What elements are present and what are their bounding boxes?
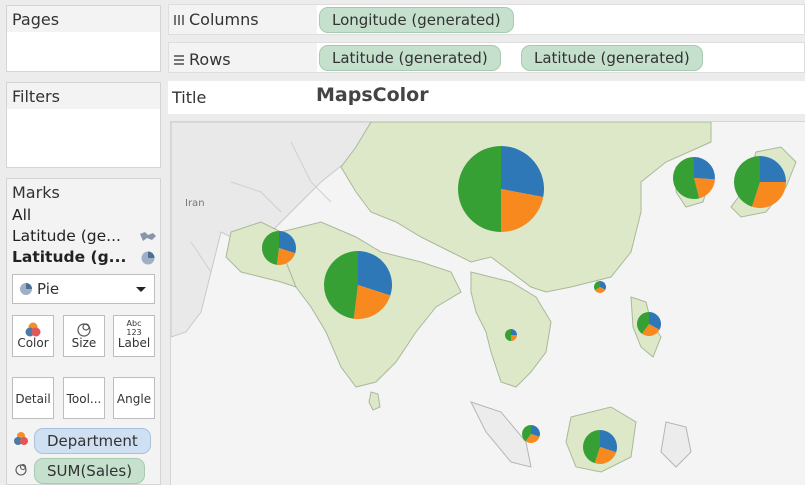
columns-shelf-label: Columns [173, 10, 259, 29]
label-label: Label [117, 336, 151, 350]
sales-pill[interactable]: SUM(Sales) [34, 458, 146, 484]
filters-card[interactable]: Filters [6, 82, 161, 168]
size-field-icon [15, 463, 27, 476]
color-button[interactable]: Color [12, 315, 54, 357]
columns-drop-area[interactable]: Longitude (generated) [317, 5, 804, 34]
chart-title[interactable]: MapsColor [316, 84, 429, 106]
marks-layer-1-tab[interactable]: Latitude (ge... [12, 227, 140, 245]
detail-button[interactable]: Detail [12, 377, 54, 419]
angle-label: Angle [116, 392, 152, 406]
marks-all-tab[interactable]: All [12, 206, 140, 224]
marks-title: Marks [7, 179, 160, 205]
rows-label-text: Rows [189, 50, 231, 69]
color-label: Color [17, 336, 49, 350]
map-canvas: Iran [171, 122, 805, 485]
marks-card: Marks All Latitude (ge... Latitude (g...… [6, 178, 161, 485]
rows-shelf-label: Rows [173, 50, 231, 69]
columns-icon [174, 14, 184, 25]
latitude-pill-1[interactable]: Latitude (generated) [319, 45, 501, 71]
department-pill[interactable]: Department [34, 428, 151, 454]
filters-title: Filters [7, 83, 160, 109]
rows-icon [174, 54, 184, 65]
pages-card: Pages [6, 5, 161, 72]
pie-layer-icon [141, 251, 155, 265]
title-shelf: Title MapsColor [168, 81, 805, 114]
color-field-icon [14, 432, 28, 445]
pie-india[interactable] [324, 251, 393, 319]
rows-shelf: Rows Latitude (generated) Latitude (gene… [168, 42, 805, 73]
map-view[interactable]: Iran [170, 121, 805, 485]
map-icon [140, 232, 156, 241]
size-label: Size [71, 336, 97, 350]
mark-type-value: Pie [37, 280, 60, 298]
pie-icon [20, 283, 32, 295]
chevron-down-icon [136, 287, 146, 292]
title-label: Title [172, 88, 207, 107]
pie-philippines[interactable] [637, 312, 662, 337]
mark-type-dropdown[interactable]: Pie [12, 274, 155, 304]
pie-japan[interactable] [733, 156, 786, 209]
pie-indonesia[interactable] [582, 430, 618, 465]
latitude-pill-2[interactable]: Latitude (generated) [521, 45, 703, 71]
longitude-pill[interactable]: Longitude (generated) [319, 7, 514, 33]
pie-south-korea[interactable] [672, 157, 716, 199]
pages-title: Pages [7, 6, 160, 32]
rows-drop-area[interactable]: Latitude (generated) Latitude (generated… [317, 43, 804, 72]
marks-layer-2-tab[interactable]: Latitude (g... [12, 248, 140, 266]
pie-pakistan[interactable] [261, 230, 297, 266]
columns-shelf: Columns Longitude (generated) [168, 4, 805, 35]
pie-hong-kong[interactable] [593, 281, 607, 294]
label-button[interactable]: Abc 123 Label [113, 315, 155, 357]
size-button[interactable]: Size [63, 315, 105, 357]
pie-thailand[interactable] [505, 329, 517, 341]
iran-label: Iran [185, 198, 205, 209]
label-abc-icon: Abc 123 [126, 319, 142, 337]
tooltip-label: Tool... [66, 392, 102, 406]
columns-label-text: Columns [189, 10, 259, 29]
detail-label: Detail [15, 392, 51, 406]
angle-button[interactable]: Angle [113, 377, 155, 419]
tooltip-button[interactable]: Tool... [63, 377, 105, 419]
pie-singapore[interactable] [522, 425, 541, 443]
pie-china[interactable] [458, 146, 545, 232]
